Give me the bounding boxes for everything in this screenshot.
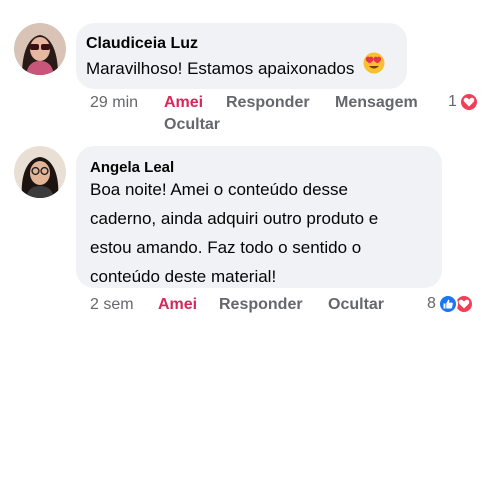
reaction-summary[interactable]: 1 (448, 92, 479, 112)
reaction-summary[interactable]: 8 (427, 294, 474, 314)
comment-text-line: conteúdo deste material! (90, 267, 277, 286)
hide-button[interactable]: Ocultar (164, 116, 220, 134)
reaction-count: 1 (448, 93, 457, 110)
comment-text-line: estou amando. Faz todo o sentido o (90, 238, 362, 257)
reply-button[interactable]: Responder (219, 296, 303, 314)
message-button[interactable]: Mensagem (335, 94, 418, 112)
comment-text-line: caderno, ainda adquiri outro produto e (90, 209, 379, 228)
hide-button[interactable]: Ocultar (328, 296, 384, 314)
comment-actions: 2 sem Amei Responder Ocultar 8 (0, 294, 500, 320)
comment-actions: 29 min Amei Responder Mensagem Ocultar 1 (0, 92, 500, 134)
love-icon (458, 92, 479, 112)
heart-eyes-emoji-icon (363, 52, 385, 83)
reply-button[interactable]: Responder (226, 94, 310, 112)
avatar[interactable] (14, 146, 66, 198)
reaction-count: 8 (427, 295, 436, 312)
comment-author[interactable]: Angela Leal (90, 159, 174, 176)
comment-text-line: Boa noite! Amei o conteúdo desse (90, 180, 349, 199)
comment-text: Boa noite! Amei o conteúdo desse caderno… (90, 175, 378, 291)
love-reaction-button[interactable]: Amei (164, 94, 203, 112)
timestamp[interactable]: 29 min (90, 94, 138, 112)
comment-bubble: Angela Leal Boa noite! Amei o conteúdo d… (76, 146, 442, 288)
like-icon (437, 294, 458, 314)
comment-author[interactable]: Claudiceia Luz (86, 35, 198, 53)
comment-text-body: Maravilhoso! Estamos apaixonados (86, 59, 355, 78)
avatar[interactable] (14, 23, 66, 75)
comment-bubble: Claudiceia Luz Maravilhoso! Estamos apai… (76, 23, 407, 89)
comment-text: Maravilhoso! Estamos apaixonados (86, 52, 385, 85)
timestamp[interactable]: 2 sem (90, 296, 134, 314)
love-reaction-button[interactable]: Amei (158, 296, 197, 314)
